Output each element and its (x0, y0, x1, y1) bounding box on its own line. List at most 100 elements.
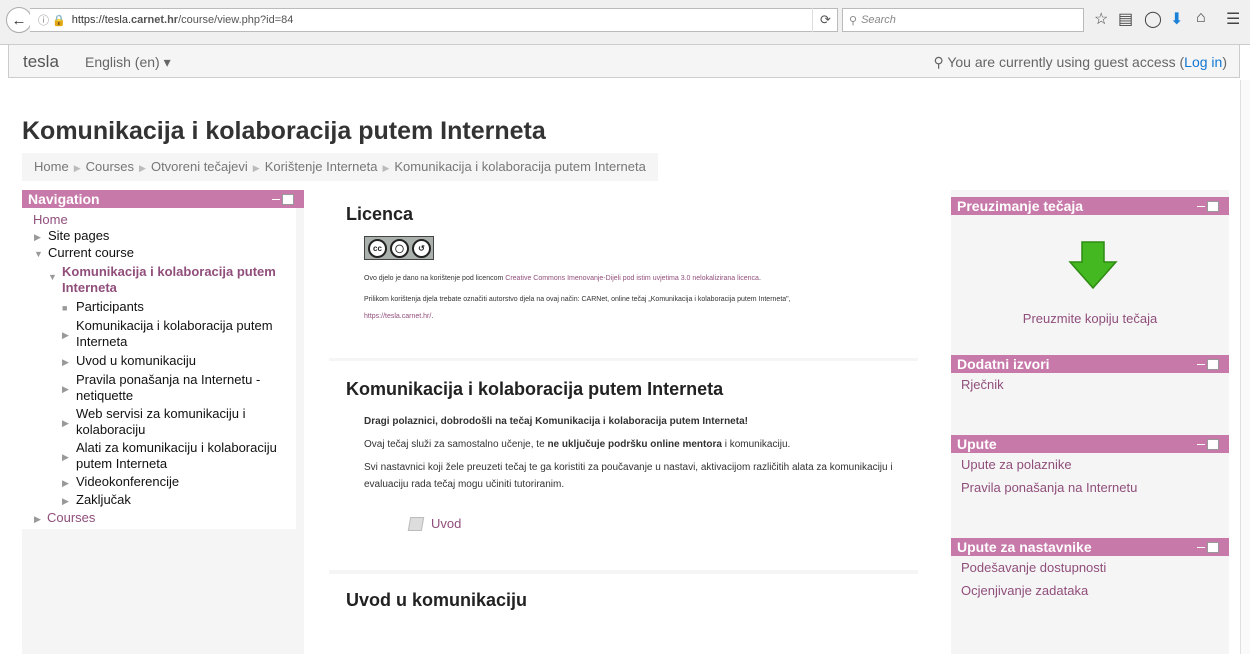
extra-item-rjecnik[interactable]: Rječnik (961, 373, 1229, 396)
teacher-item-ocjenjivanje[interactable]: Ocjenjivanje zadataka (961, 579, 1229, 602)
page-scrollbar[interactable] (1240, 80, 1250, 654)
expand-arrow-icon: ▶ (62, 478, 69, 488)
browser-search-input[interactable]: ⚲ Search (842, 8, 1084, 32)
nav-courses[interactable]: ▶ Courses (22, 510, 296, 527)
download-icon[interactable]: ⬇ (1170, 9, 1183, 29)
breadcrumb-course[interactable]: Komunikacija i kolaboracija putem Intern… (394, 159, 645, 174)
login-link[interactable]: Log in (1184, 54, 1222, 70)
teacher-block: Upute za nastavnike Podešavanje dostupno… (951, 538, 1229, 602)
breadcrumb: Home ▶ Courses ▶ Otvoreni tečajevi ▶ Korištenj… (22, 153, 658, 181)
dock-icon[interactable] (1207, 439, 1219, 450)
nav-section-1[interactable]: ▶ Komunikacija i kolaboracija putem Intern… (34, 318, 296, 350)
nav-participants[interactable]: ■ Participants (34, 299, 296, 316)
teacher-block-header: Upute za nastavnike (951, 538, 1229, 556)
nav-section-3[interactable]: ▶ Pravila ponašanja na Internetu - netique… (34, 372, 296, 404)
expand-arrow-icon: ▶ (62, 418, 69, 428)
extra-title: Dodatni izvori (957, 356, 1050, 372)
pocket-icon[interactable]: ◯ (1144, 9, 1162, 29)
url-path: /course/view.php?id=84 (178, 14, 294, 26)
resource-uvod-label: Uvod (431, 516, 462, 531)
download-arrow-icon[interactable] (1068, 240, 1118, 290)
nav-section-3-label-2: netiquette (76, 388, 134, 403)
page-title: Komunikacija i kolaboracija putem Intern… (22, 117, 546, 145)
nav-section-4[interactable]: ▶ Web servisi za komunikaciju i kolaboraci… (34, 406, 296, 438)
upute-item-polaznici[interactable]: Upute za polaznike (961, 453, 1229, 476)
cc-icon: cc (368, 238, 387, 258)
nav-participants-label: Participants (76, 299, 144, 314)
cc-sa-icon: ↺ (412, 238, 431, 258)
language-menu[interactable]: English (en) ▾ (85, 54, 171, 71)
bookmark-star-icon[interactable]: ☆ (1094, 9, 1108, 29)
url-prefix: https://tesla. (71, 14, 132, 26)
nav-current-course[interactable]: ▼ Current course (34, 245, 296, 262)
intro-p1-c: i komunikaciju. (721, 439, 791, 450)
address-bar[interactable]: ⓘ 🔒 https://tesla. carnet.hr/course/view.… (30, 8, 838, 32)
breadcrumb-courses[interactable]: Courses (86, 159, 134, 174)
upute-list: Upute za polaznike Pravila ponašanja na I… (951, 453, 1229, 499)
upute-block-header: Upute (951, 435, 1229, 453)
upute-item-pravila[interactable]: Pravila ponašanja na Internetu (961, 476, 1229, 499)
nav-section-2[interactable]: ▶ Uvod u komunikaciju (34, 353, 296, 370)
collapse-icon[interactable] (1197, 206, 1205, 207)
nav-section-3-label-1: Pravila ponašanja na Internetu - (76, 372, 261, 387)
cc-by-icon: ◯ (390, 238, 409, 258)
nav-section-1-label-2: Interneta (76, 334, 128, 349)
nav-section-6[interactable]: ▶ Videokonferencije (34, 474, 296, 491)
browser-toolbar: ← ⓘ 🔒 https://tesla. carnet.hr/course/vie… (0, 0, 1250, 45)
teacher-title: Upute za nastavnike (957, 539, 1092, 555)
info-icon[interactable]: ⓘ (38, 12, 49, 28)
lock-warning-icon[interactable]: 🔒 (52, 14, 66, 27)
nav-section-5[interactable]: ▶ Alati za komunikaciju i kolaboraciju put… (34, 440, 296, 472)
dock-icon[interactable] (1207, 359, 1219, 370)
section-licence: Licenca cc ◯ ↺ Ovo djelo je dano na kori… (329, 190, 918, 358)
licence-link[interactable]: Creative Commons Imenovanje-Dijeli pod i… (505, 275, 759, 282)
expand-arrow-icon: ▶ (34, 514, 41, 524)
breadcrumb-home[interactable]: Home (34, 159, 69, 174)
collapse-icon[interactable] (1197, 547, 1205, 548)
collapse-icon[interactable] (272, 199, 280, 200)
nav-section-2-label: Uvod u komunikaciju (76, 353, 196, 368)
intro-paragraph-2: Svi nastavnici koji žele preuzeti tečaj … (364, 462, 893, 490)
dock-icon[interactable] (282, 194, 294, 205)
nav-home[interactable]: Home (33, 212, 296, 228)
site-brand[interactable]: tesla (23, 52, 59, 72)
breadcrumb-subcategory[interactable]: Korištenje Interneta (265, 159, 378, 174)
nav-section-1-label-1: Komunikacija i kolaboracija putem (76, 318, 273, 333)
upute-block: Upute Upute za polaznike Pravila ponašanj… (951, 435, 1229, 499)
back-icon[interactable]: ← (6, 7, 32, 33)
download-link[interactable]: Preuzmite kopiju tečaja (951, 311, 1229, 326)
teacher-item-dostupnost[interactable]: Podešavanje dostupnosti (961, 556, 1229, 579)
collapse-arrow-icon: ▼ (34, 249, 43, 259)
dock-icon[interactable] (1207, 542, 1219, 553)
intro-paragraph-1: Ovaj tečaj služi za samostalno učenje, t… (364, 436, 904, 453)
resource-uvod[interactable]: Uvod (407, 516, 462, 531)
navigation-block-header: Navigation (22, 190, 304, 208)
intro-p1-a: Ovaj tečaj služi za samostalno učenje, t… (364, 439, 548, 450)
guest-access-info: ⚲ You are currently using guest access (… (933, 54, 1227, 71)
licence-text-1-start: Ovo djelo je dano na korištenje pod lice… (364, 275, 506, 282)
welcome-text: Dragi polaznici, dobrodošli na tečaj Kom… (364, 416, 748, 427)
search-icon[interactable]: ⚲ (933, 54, 947, 70)
menu-icon[interactable]: ☰ (1226, 9, 1240, 29)
cc-license-badge[interactable]: cc ◯ ↺ (364, 236, 434, 260)
home-icon[interactable]: ⌂ (1196, 9, 1206, 27)
breadcrumb-category[interactable]: Otvoreni tečajevi (151, 159, 248, 174)
nav-section-6-label: Videokonferencije (76, 474, 180, 489)
expand-arrow-icon: ▶ (62, 330, 69, 340)
collapse-icon[interactable] (1197, 444, 1205, 445)
guest-close: ) (1222, 54, 1227, 70)
licence-url-line: https://tesla.carnet.hr/. (364, 313, 433, 320)
licence-url-link[interactable]: https://tesla.carnet.hr/ (364, 313, 431, 320)
nav-site-pages[interactable]: ▶ Site pages (34, 228, 296, 245)
reading-list-icon[interactable]: ▤ (1118, 9, 1133, 29)
collapse-icon[interactable] (1197, 364, 1205, 365)
section-uvod-title: Uvod u komunikaciju (346, 590, 528, 610)
breadcrumb-sep-icon: ▶ (73, 163, 81, 173)
reload-icon[interactable]: ⟳ (812, 8, 838, 32)
nav-section-5-label-1: Alati za komunikaciju i kolaboraciju (76, 440, 277, 455)
expand-arrow-icon: ▶ (34, 232, 41, 242)
nav-section-7[interactable]: ▶ Zaključak (34, 492, 296, 509)
nav-course-active[interactable]: ▼ Komunikacija i kolaboracija putem Intern… (34, 264, 296, 296)
dock-icon[interactable] (1207, 201, 1219, 212)
nav-courses-label: Courses (47, 510, 96, 525)
